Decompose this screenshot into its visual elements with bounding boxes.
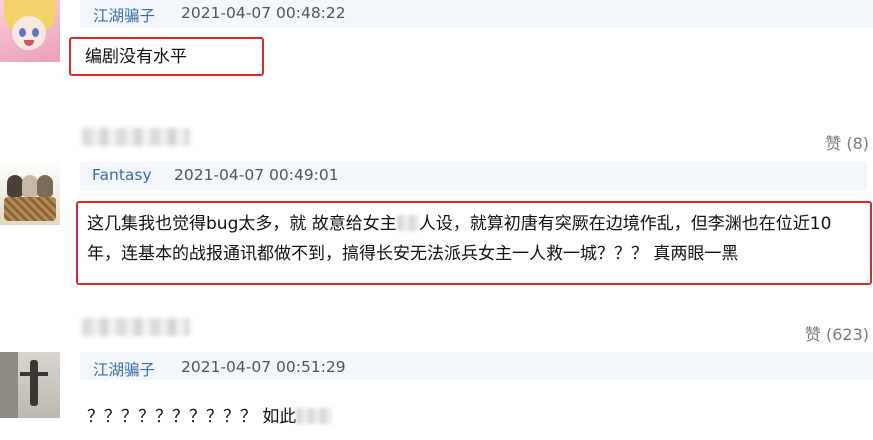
user-avatar[interactable] bbox=[0, 161, 60, 225]
username-link[interactable]: 江湖骗子 bbox=[93, 4, 155, 26]
comment-text-part: ？？？？？？？？？？ 如此 bbox=[87, 407, 297, 427]
username-link[interactable]: 江湖骗子 bbox=[93, 358, 155, 380]
comment-timestamp: 2021-04-07 00:51:29 bbox=[181, 358, 346, 376]
avatar-cat bbox=[37, 175, 53, 197]
user-avatar[interactable] bbox=[0, 352, 60, 418]
username-link[interactable]: Fantasy bbox=[92, 166, 152, 184]
comment-text: 这几集我也觉得bug太多，就 故意给女主 人设，就算初唐有突厥在边境作乱，但李渊也… bbox=[87, 209, 872, 269]
comment-text-part: 人设，就算初唐有突厥在边境作乱，但李渊也在位近10 bbox=[418, 214, 832, 234]
comment-text: ？？？？？？？？？？ 如此 bbox=[87, 402, 333, 432]
blurred-reply-area bbox=[82, 128, 190, 146]
avatar-eye bbox=[32, 28, 39, 37]
mosaic-censor bbox=[296, 408, 333, 424]
like-count-button[interactable]: 赞 (623) bbox=[805, 321, 869, 345]
comment-text: 编剧没有水平 bbox=[85, 47, 187, 67]
blurred-reply-area bbox=[82, 318, 190, 336]
avatar-wall bbox=[0, 352, 18, 418]
avatar-basket bbox=[4, 197, 56, 221]
avatar-cat bbox=[7, 175, 23, 197]
comment-text-part: 年，连基本的战报通讯都做不到，搞得长安无法派兵女主一人救一城？？？ 真两眼一黑 bbox=[87, 244, 739, 264]
avatar-cat bbox=[22, 175, 38, 197]
user-avatar[interactable] bbox=[0, 0, 60, 62]
comment-timestamp: 2021-04-07 00:48:22 bbox=[181, 4, 346, 22]
avatar-figure bbox=[30, 360, 38, 406]
comment-timestamp: 2021-04-07 00:49:01 bbox=[174, 166, 339, 184]
like-count-button[interactable]: 赞 (8) bbox=[825, 130, 869, 154]
avatar-eye bbox=[19, 28, 26, 37]
mosaic-censor bbox=[396, 215, 419, 231]
comment-text-part: 这几集我也觉得bug太多，就 故意给女主 bbox=[87, 214, 397, 234]
